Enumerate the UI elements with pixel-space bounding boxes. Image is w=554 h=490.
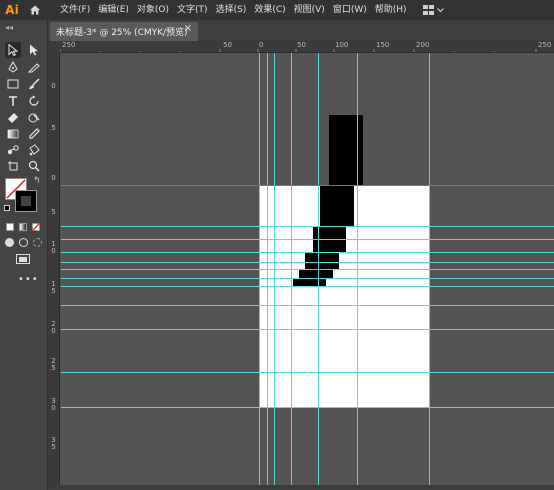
workspace-icon [422,5,434,15]
artboard-icon[interactable] [5,158,21,174]
ruler-label: 250 [62,41,76,49]
chevron-down-icon [436,7,444,12]
zoom-icon[interactable] [26,158,42,174]
guide-horizontal[interactable] [61,278,554,279]
close-icon[interactable]: × [184,23,192,34]
selection-icon[interactable] [5,42,21,58]
shape-rectangle[interactable] [293,278,326,286]
ruler-label: 150 [376,41,390,49]
guide-horizontal[interactable] [61,239,554,240]
rotate-icon[interactable] [26,93,42,109]
shaper-icon[interactable] [26,110,42,126]
swap-fill-stroke-icon[interactable]: ↰ [33,176,41,186]
ruler-corner[interactable] [48,41,60,53]
canvas[interactable] [61,53,554,485]
curvature-icon[interactable] [26,59,42,75]
document-tab-title: 未标题-3* @ 25% (CMYK/预览) [56,28,188,38]
draw-inside-icon[interactable] [33,238,42,247]
menu-select[interactable]: 选择(S) [212,0,251,20]
document-tab-bar: 未标题-3* @ 25% (CMYK/预览) × [48,20,554,41]
workspace-switcher[interactable] [422,5,444,15]
menu-object[interactable]: 对象(O) [133,0,173,20]
ruler-label: 1 0 [51,240,56,255]
pen-icon[interactable] [5,59,21,75]
gradient-icon[interactable] [5,126,21,142]
guide-horizontal[interactable] [61,329,554,330]
direct-selection-icon[interactable] [26,42,42,58]
document-tab[interactable]: 未标题-3* @ 25% (CMYK/预览) × [50,22,198,41]
blend-icon[interactable] [5,142,21,158]
menu-bar: Ai 文件(F) 编辑(E) 对象(O) 文字(T) 选择(S) 效果(C) 视… [0,0,554,20]
menu-file[interactable]: 文件(F) [56,0,94,20]
guide-horizontal[interactable] [61,372,554,373]
ruler-label: 2 5 [51,357,56,372]
ruler-label: 2 0 [51,320,56,335]
guide-horizontal[interactable] [61,305,554,306]
menu-view[interactable]: 视图(V) [290,0,329,20]
menu-edit[interactable]: 编辑(E) [94,0,133,20]
guide-horizontal[interactable] [61,269,554,270]
ruler-label: 200 [416,41,430,49]
none-mode-icon[interactable] [32,223,40,231]
rectangle-icon[interactable] [5,76,21,92]
menu-window[interactable]: 窗口(W) [329,0,371,20]
ruler-label: 0 [259,41,264,49]
ruler-label: 250 [538,41,552,49]
color-mode-icon[interactable] [6,223,14,231]
shape-rectangle[interactable] [299,269,333,278]
type-icon[interactable] [5,93,21,109]
guide-horizontal[interactable] [61,286,554,287]
gradient-mode-icon[interactable] [19,223,27,231]
more-tools-icon[interactable]: ••• [18,274,39,285]
guide-horizontal[interactable] [61,226,554,227]
draw-behind-icon[interactable] [19,238,28,247]
ruler-label: 5 [51,208,56,216]
menu-type[interactable]: 文字(T) [173,0,212,20]
ruler-label: 0 [51,82,56,90]
eyedropper-icon[interactable] [26,126,42,142]
stroke-swatch[interactable] [15,190,37,212]
ruler-label: 0 [51,174,56,182]
ruler-label: 5 [51,124,56,132]
ruler-label: 3 0 [51,397,56,412]
menu-effect[interactable]: 效果(C) [250,0,289,20]
shape-rectangle[interactable] [320,185,354,226]
vertical-ruler[interactable]: 0 5 0 5 1 0 1 5 2 0 2 5 3 0 3 5 [48,53,60,490]
guide-horizontal[interactable] [61,185,554,186]
ruler-label: 1 5 [51,280,56,295]
ruler-label: 3 5 [51,436,56,451]
eraser-icon[interactable] [5,110,21,126]
menu-items: 文件(F) 编辑(E) 对象(O) 文字(T) 选择(S) 效果(C) 视图(V… [56,0,411,20]
panel-grip-icon[interactable]: ◂◂ [5,23,13,32]
guide-horizontal[interactable] [61,262,554,263]
home-icon[interactable] [24,0,46,20]
live-paint-icon[interactable] [26,142,42,158]
screen-mode-icon[interactable] [16,254,30,264]
shape-rectangle[interactable] [305,252,339,269]
tools-panel: ◂◂ ↰ ••• [0,20,48,490]
ruler-label: 50 [223,41,232,49]
paintbrush-icon[interactable] [26,76,42,92]
menu-help[interactable]: 帮助(H) [371,0,411,20]
guide-horizontal[interactable] [61,407,554,408]
status-bar [48,485,554,490]
guide-horizontal[interactable] [61,252,554,253]
app-logo: Ai [5,3,19,17]
draw-normal-icon[interactable] [5,238,14,247]
horizontal-ruler[interactable]: 250 50 0 50 100 150 200 250 [60,41,554,53]
ruler-label: 100 [335,41,349,49]
ruler-label: 50 [297,41,306,49]
default-colors-icon[interactable] [4,205,10,211]
